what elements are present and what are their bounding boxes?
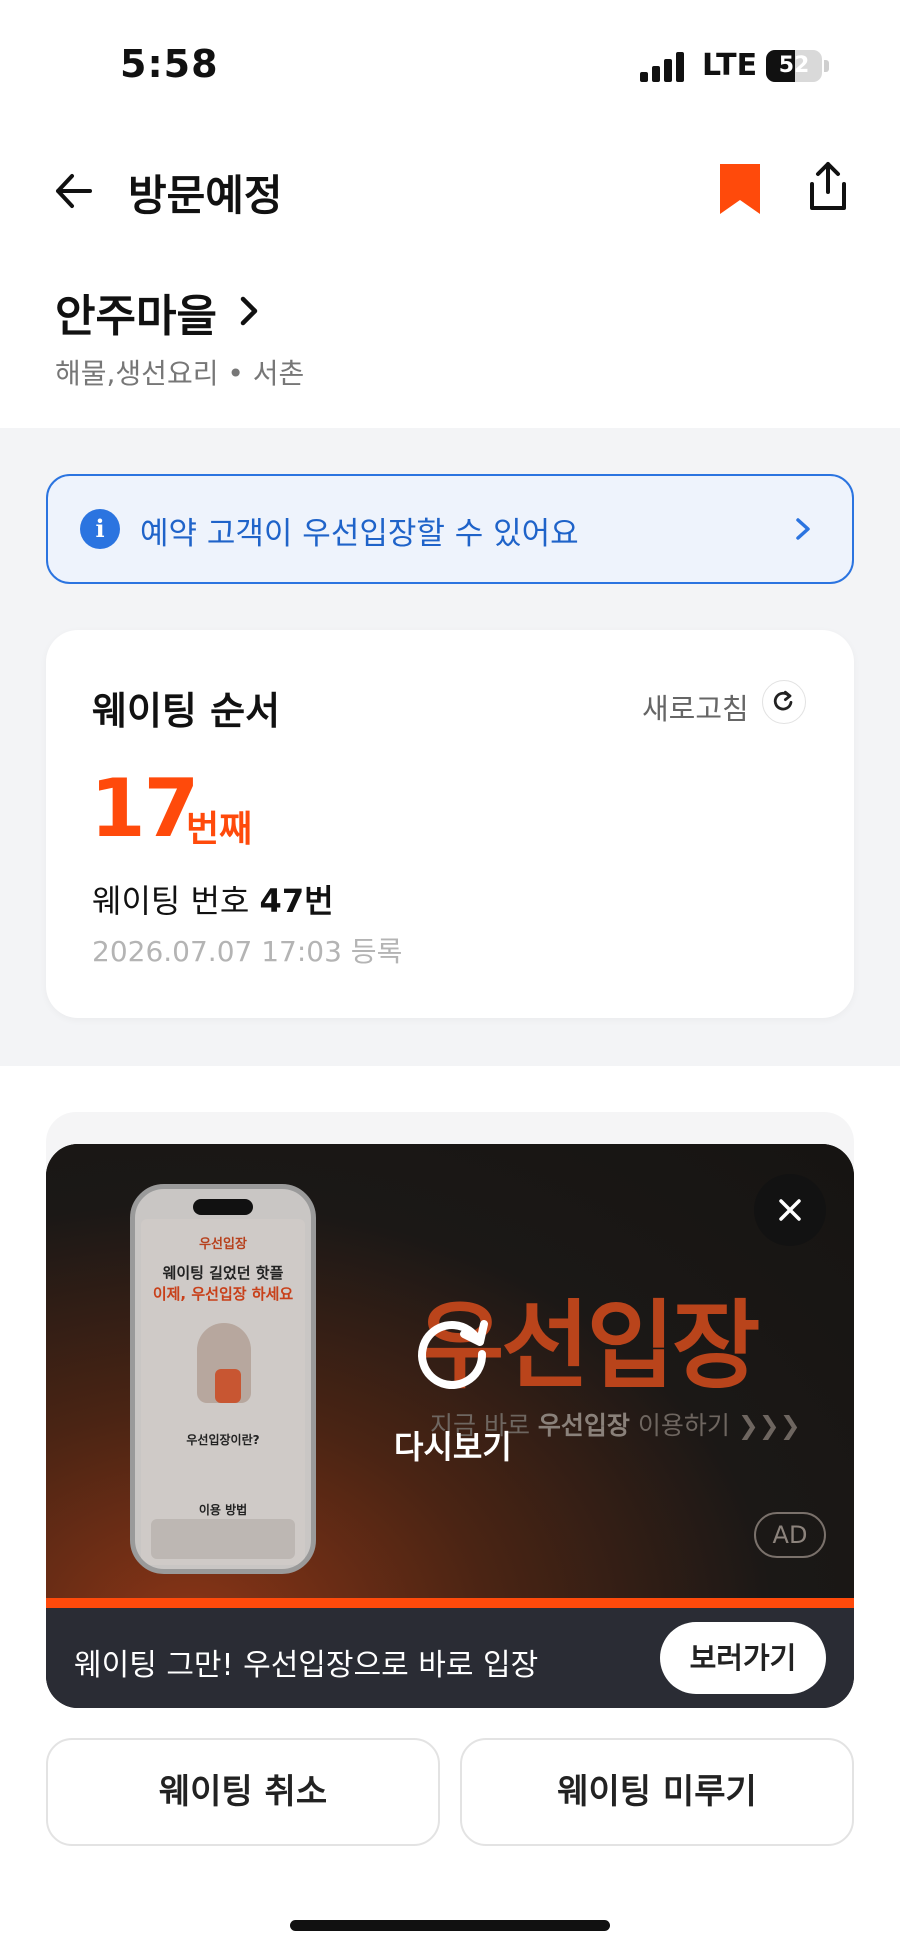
- replay-label[interactable]: 다시보기: [394, 1422, 512, 1468]
- battery-tip: [824, 60, 829, 72]
- delay-waiting-button[interactable]: 웨이팅 미루기: [460, 1738, 854, 1846]
- battery-level: 52: [778, 53, 810, 78]
- close-icon: [779, 1199, 801, 1221]
- ad-close-button[interactable]: [754, 1174, 826, 1246]
- phone-island: [193, 1199, 253, 1215]
- ad-accent-stripe: [46, 1598, 854, 1608]
- waiting-number: 웨이팅 번호 47번: [92, 876, 334, 922]
- waiting-order-card: 웨이팅 순서 새로고침 17 번째 웨이팅 번호 47번 2026.07.07 …: [46, 630, 854, 1018]
- waiting-number-prefix: 웨이팅 번호: [92, 882, 250, 920]
- refresh-label[interactable]: 새로고침: [642, 686, 749, 728]
- page-title: 방문예정: [128, 171, 283, 220]
- waiting-order-number: 17: [90, 762, 199, 855]
- ad-footer[interactable]: 웨이팅 그만! 우선입장으로 바로 입장 보러가기: [46, 1608, 854, 1708]
- phone-illustration-person: [215, 1369, 241, 1403]
- phone-line-2: 이제, 우선입장 하세요: [152, 1285, 294, 1303]
- share-icon[interactable]: [804, 158, 852, 214]
- status-time: 5:58: [120, 42, 219, 86]
- store-name[interactable]: 안주마을: [55, 280, 217, 344]
- home-indicator: [290, 1920, 610, 1931]
- phone-question: 우선입장이란?: [186, 1433, 260, 1447]
- store-category-location: 해물,생선요리 • 서촌: [55, 357, 305, 390]
- ad-phone-mockup: 우선입장 웨이팅 길었던 핫플 이제, 우선입장 하세요 우선입장이란? 이용 …: [130, 1184, 316, 1574]
- network-label: LTE: [702, 48, 758, 83]
- status-bar: 5:58 LTE 52: [0, 0, 900, 130]
- refresh-button[interactable]: [762, 680, 806, 724]
- bookmark-icon[interactable]: [716, 160, 764, 218]
- replay-icon[interactable]: [406, 1304, 498, 1396]
- ad-visual[interactable]: 우선입장 웨이팅 길었던 핫플 이제, 우선입장 하세요 우선입장이란? 이용 …: [46, 1144, 854, 1602]
- ad-badge: AD: [754, 1512, 826, 1558]
- waiting-order-unit: 번째: [186, 809, 253, 850]
- phone-how: 이용 방법: [198, 1503, 248, 1517]
- ad-subline-suffix: 이용하기 ❯❯❯: [637, 1411, 801, 1440]
- store-header[interactable]: 안주마을 해물,생선요리 • 서촌: [55, 280, 855, 390]
- battery-icon: 52: [766, 50, 822, 82]
- chevron-right-icon[interactable]: [234, 293, 264, 329]
- registered-time: 2026.07.07 17:03 등록: [92, 935, 403, 968]
- phone-steps: [151, 1519, 295, 1559]
- notice-text: 예약 고객이 우선입장할 수 있어요: [140, 516, 579, 552]
- top-nav: 방문예정: [0, 150, 900, 230]
- cancel-waiting-button[interactable]: 웨이팅 취소: [46, 1738, 440, 1846]
- waiting-number-value: 47번: [259, 882, 334, 920]
- ad-banner[interactable]: 우선입장 웨이팅 길었던 핫플 이제, 우선입장 하세요 우선입장이란? 이용 …: [46, 1144, 854, 1708]
- signal-icon: [640, 52, 686, 82]
- phone-line-1: 웨이팅 길었던 핫플: [162, 1264, 284, 1282]
- ad-footer-text: 웨이팅 그만! 우선입장으로 바로 입장: [74, 1648, 539, 1683]
- arrow-left-icon[interactable]: [50, 168, 96, 214]
- ad-cta-button[interactable]: 보러가기: [660, 1622, 826, 1694]
- priority-entry-notice[interactable]: i 예약 고객이 우선입장할 수 있어요: [46, 474, 854, 584]
- waiting-order-heading: 웨이팅 순서: [92, 689, 281, 733]
- refresh-icon: [773, 690, 793, 711]
- ad-subline-bold: 우선입장: [537, 1411, 630, 1440]
- info-icon: i: [80, 509, 120, 549]
- chevron-right-icon: [796, 518, 810, 540]
- phone-screen: 우선입장 웨이팅 길었던 핫플 이제, 우선입장 하세요 우선입장이란? 이용 …: [141, 1219, 305, 1565]
- phone-title: 우선입장: [199, 1237, 247, 1252]
